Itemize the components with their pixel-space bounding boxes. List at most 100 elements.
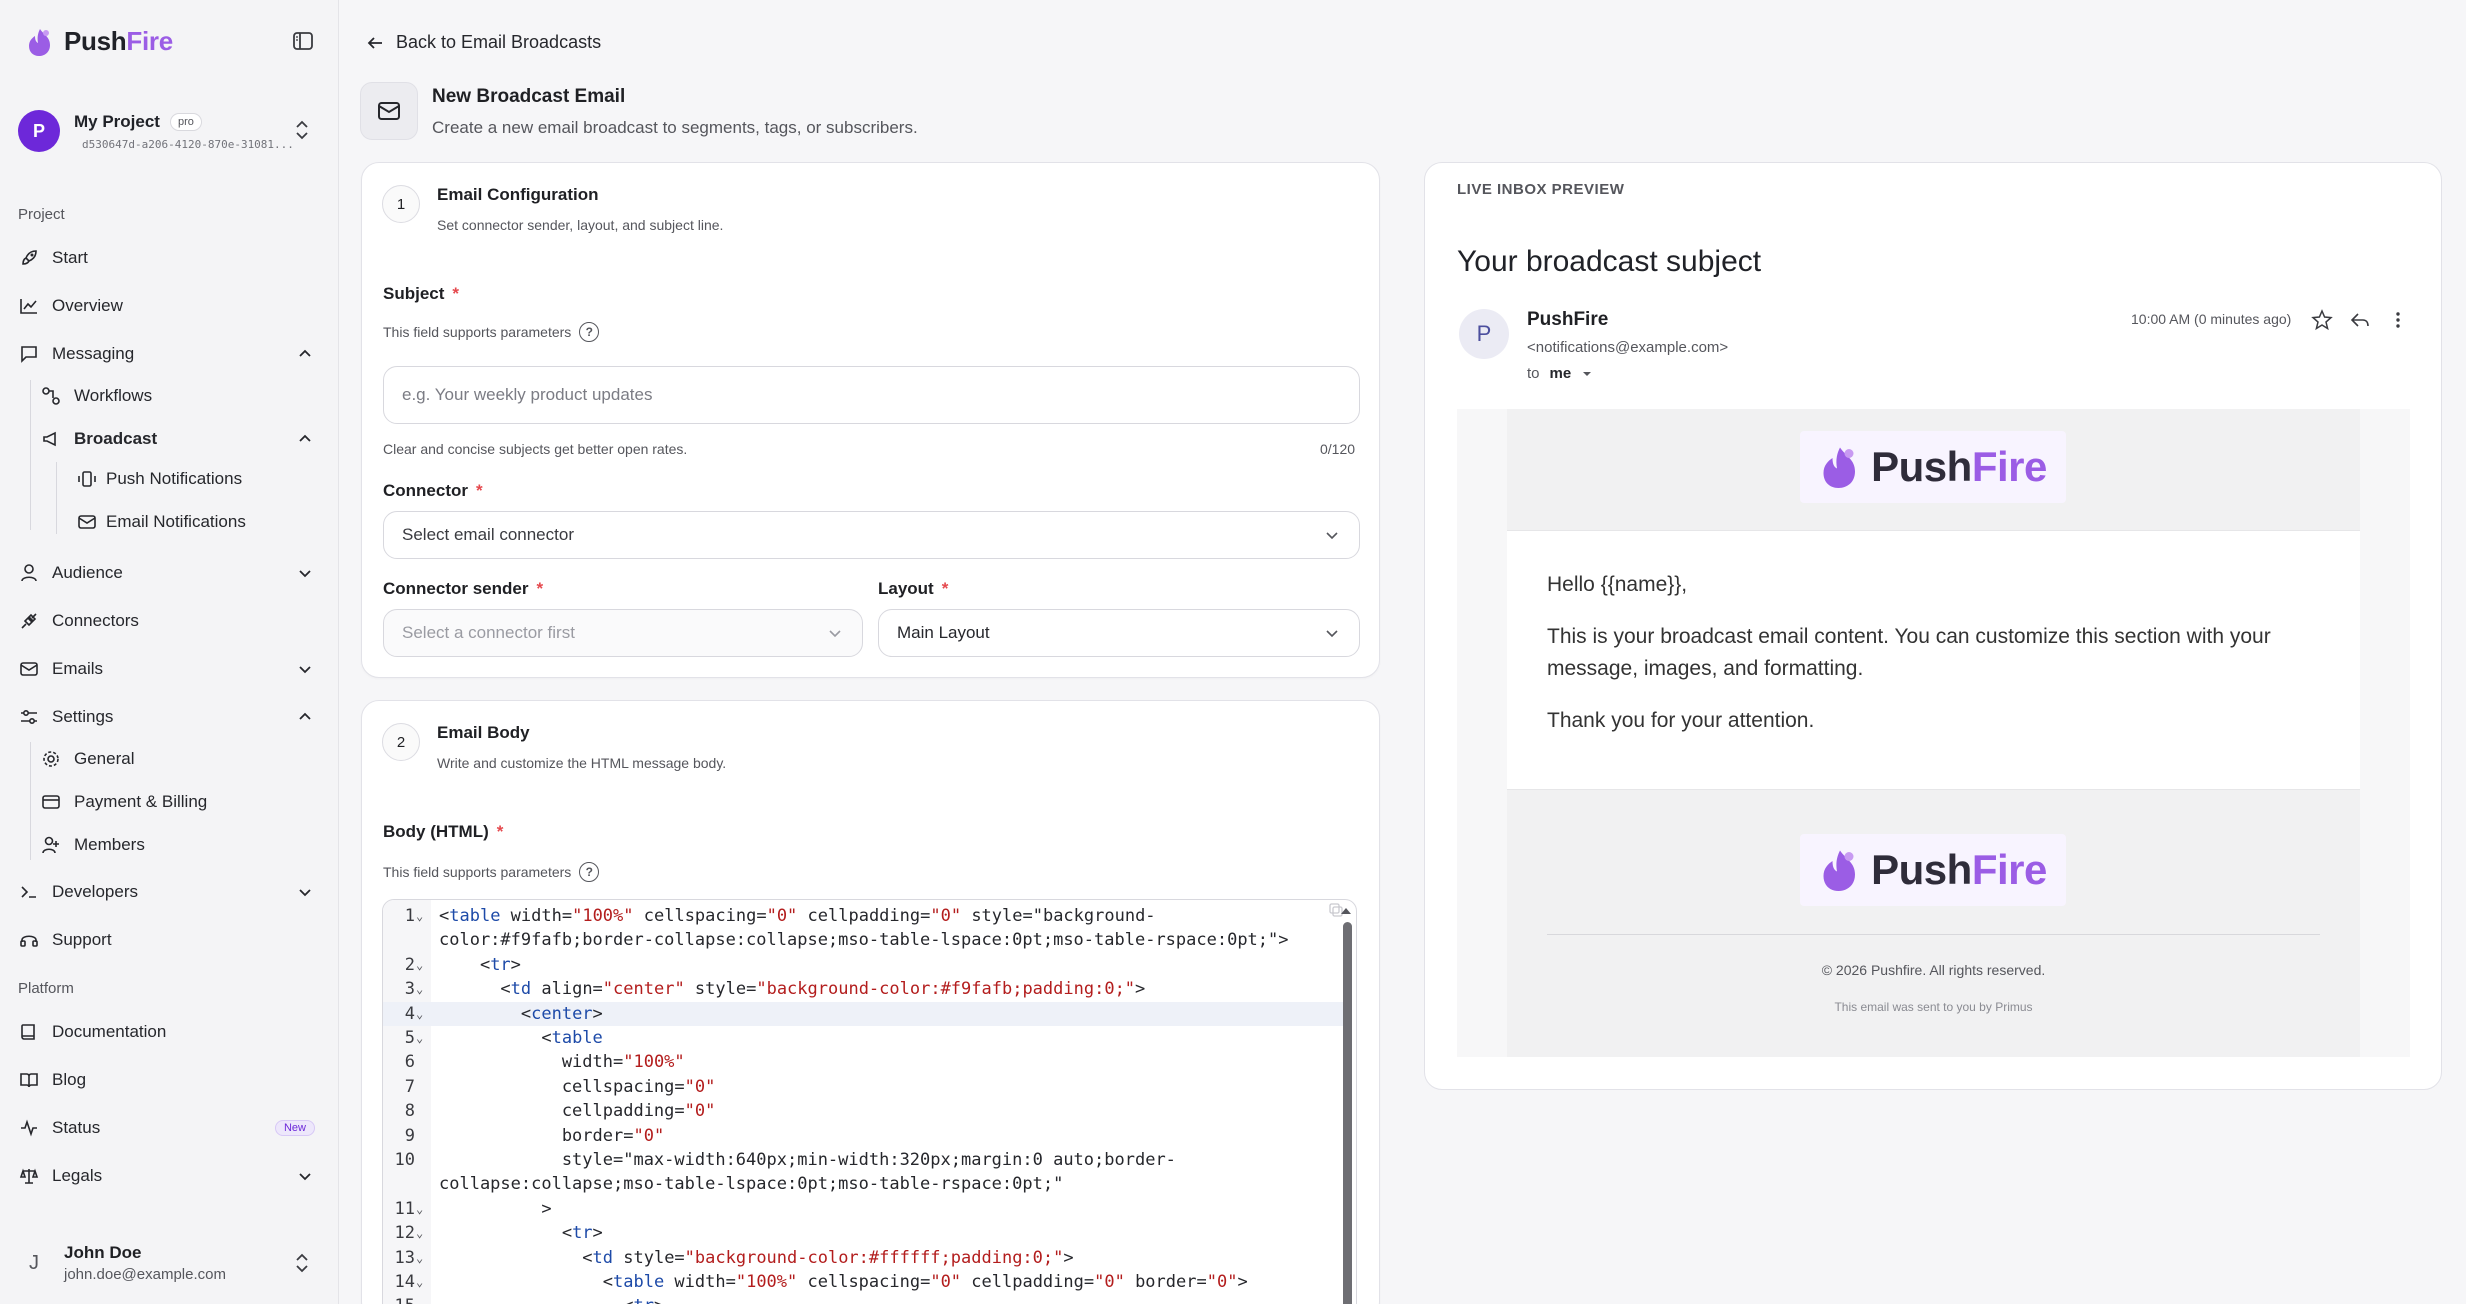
code-line[interactable]: 7 cellspacing="0" (383, 1075, 1343, 1099)
section-project-label: Project (18, 206, 65, 223)
code-text: style="max-width:640px;min-width:320px;m… (439, 1150, 1176, 1170)
sender-avatar: P (1459, 309, 1509, 359)
recipient-line: to me (1527, 365, 1593, 382)
fold-toggle-icon[interactable]: ⌄ (416, 1294, 423, 1304)
code-line[interactable]: 13 ⌄ <td style="background-color:#ffffff;… (383, 1246, 1343, 1270)
sender-name: PushFire (1527, 309, 1609, 330)
code-text: <td style="background-color:#ffffff;padd… (439, 1247, 1074, 1268)
editor-scrollbar[interactable] (1343, 922, 1352, 1304)
sidebar-toggle-icon[interactable] (292, 30, 318, 56)
fold-toggle-icon[interactable]: ⌄ (416, 1246, 423, 1270)
code-text: width="100%" (439, 1052, 685, 1073)
chevrons-up-down-icon (296, 120, 308, 140)
line-number: 14 (394, 1272, 415, 1292)
code-line[interactable]: 8 cellpadding="0" (383, 1099, 1343, 1123)
sidebar-item-general[interactable]: General (40, 741, 321, 777)
book-icon (18, 1021, 40, 1043)
code-line[interactable]: 12 ⌄ <tr> (383, 1221, 1343, 1245)
help-circle-icon[interactable]: ? (579, 322, 600, 342)
line-number: 8 (404, 1101, 415, 1122)
sidebar-item-overview[interactable]: Overview (18, 288, 321, 324)
reply-icon[interactable] (2347, 307, 2373, 333)
fold-toggle-icon[interactable]: ⌄ (416, 904, 423, 928)
fold-toggle-icon[interactable]: ⌄ (416, 1197, 423, 1221)
caret-down-icon[interactable] (1581, 369, 1593, 379)
project-switcher[interactable]: P My Project pro d530647d-a206-4120-870e-… (18, 104, 321, 158)
code-text: <table width="100%" cellspacing="0" cell… (439, 906, 1156, 926)
code-line[interactable]: 6 width="100%" (383, 1050, 1343, 1074)
sidebar-item-audience[interactable]: Audience (18, 555, 321, 591)
html-code-editor[interactable]: 1 ⌄ <table width="100%" cellspacing="0" ce… (382, 899, 1357, 1304)
sidebar-item-label: Email Notifications (106, 512, 246, 531)
sidebar-item-label: General (74, 749, 135, 768)
code-line[interactable]: 3 ⌄ <td align="center" style="background-… (383, 977, 1343, 1001)
line-number: 3 (404, 979, 415, 1000)
sidebar-item-emails[interactable]: Emails (18, 651, 321, 687)
code-line[interactable]: 10 style="max-width:640px;min-width:320p… (383, 1148, 1343, 1172)
sidebar-item-members[interactable]: Members (40, 827, 321, 863)
back-link[interactable]: Back to Email Broadcasts (366, 32, 601, 53)
sidebar-item-email-notifications[interactable]: Email Notifications (76, 504, 321, 540)
fold-toggle-icon[interactable]: ⌄ (416, 953, 423, 977)
sidebar-item-messaging[interactable]: Messaging (18, 336, 321, 372)
sidebar-item-start[interactable]: Start (18, 240, 321, 276)
vibrate-icon (76, 468, 98, 490)
more-vertical-icon[interactable] (2385, 307, 2411, 333)
code-line[interactable]: 14 ⌄ <table width="100%" cellspacing="0" … (383, 1270, 1343, 1294)
code-line[interactable]: collapse:collapse;mso-table-lspace:0pt;m… (383, 1172, 1343, 1196)
subject-params-hint: This field supports parameters? (383, 322, 600, 342)
fold-toggle-icon[interactable]: ⌄ (416, 1002, 423, 1026)
activity-icon (18, 1117, 40, 1139)
sidebar-item-legals[interactable]: Legals (18, 1158, 321, 1194)
layout-select[interactable]: Main Layout (878, 609, 1360, 657)
subject-input[interactable]: e.g. Your weekly product updates (383, 366, 1360, 424)
message-square-icon (18, 343, 40, 365)
sidebar-item-label: Support (52, 930, 112, 949)
sidebar-item-label: Start (52, 248, 88, 267)
help-circle-icon[interactable]: ? (579, 862, 600, 882)
sidebar-item-support[interactable]: Support (18, 922, 321, 958)
sidebar-item-developers[interactable]: Developers (18, 874, 321, 910)
connector-select[interactable]: Select email connector (383, 511, 1360, 559)
arrow-left-icon (367, 36, 382, 49)
star-icon[interactable] (2309, 307, 2335, 333)
sidebar-item-documentation[interactable]: Documentation (18, 1014, 321, 1050)
flame-logo-icon (29, 28, 50, 56)
code-line[interactable]: 4 ⌄ <center> (383, 1001, 1343, 1026)
code-line[interactable]: 11 ⌄ > (383, 1197, 1343, 1221)
code-line[interactable]: 15⌄ <tr> (383, 1294, 1343, 1304)
sidebar-item-label: Emails (52, 659, 104, 678)
code-line[interactable]: 1 ⌄ <table width="100%" cellspacing="0" ce… (383, 904, 1343, 928)
fold-toggle-icon[interactable]: ⌄ (416, 977, 423, 1001)
sidebar-item-broadcast[interactable]: Broadcast (40, 421, 321, 457)
user-menu[interactable]: J John Doe john.doe@example.com (18, 1236, 321, 1290)
code-line[interactable]: color:#f9fafb;border-collapse:collapse;m… (383, 928, 1343, 952)
footer-copyright: © 2026 Pushfire. All rights reserved. (1821, 962, 2046, 978)
section-platform-label: Platform (18, 980, 74, 997)
fold-toggle-icon[interactable]: ⌄ (416, 1026, 423, 1050)
flame-logo-icon (1823, 850, 1856, 891)
sidebar-item-payment-billing[interactable]: Payment & Billing (40, 784, 321, 820)
sidebar-item-push-notifications[interactable]: Push Notifications (76, 461, 321, 497)
chevron-up-icon (299, 349, 311, 357)
connector-sender-select[interactable]: Select a connector first (383, 609, 863, 657)
scroll-up-arrow-icon[interactable] (1340, 906, 1352, 916)
sidebar-item-label: Payment & Billing (74, 792, 208, 811)
code-line[interactable]: 2 ⌄ <tr> (383, 953, 1343, 977)
line-number: 10 (394, 1150, 415, 1170)
sidebar-item-workflows[interactable]: Workflows (40, 378, 321, 414)
code-line[interactable]: 9 border="0" (383, 1124, 1343, 1148)
sidebar-item-settings[interactable]: Settings (18, 699, 321, 735)
connector-sender-label: Connector sender * (383, 579, 544, 598)
code-text: collapse:collapse;mso-table-lspace:0pt;m… (439, 1174, 1064, 1195)
fold-toggle-icon[interactable]: ⌄ (416, 1270, 423, 1294)
sidebar-item-blog[interactable]: Blog (18, 1062, 321, 1098)
brand-logo[interactable]: PushFire (26, 26, 173, 57)
flame-logo-icon (1823, 447, 1856, 488)
code-line[interactable]: 5 ⌄ <table (383, 1026, 1343, 1050)
sidebar-item-connectors[interactable]: Connectors (18, 603, 321, 639)
step-number: 1 (382, 185, 420, 223)
fold-toggle-icon[interactable]: ⌄ (416, 1221, 423, 1245)
sidebar-item-status[interactable]: Status New (18, 1110, 321, 1146)
sidebar-item-label: Overview (52, 296, 123, 315)
